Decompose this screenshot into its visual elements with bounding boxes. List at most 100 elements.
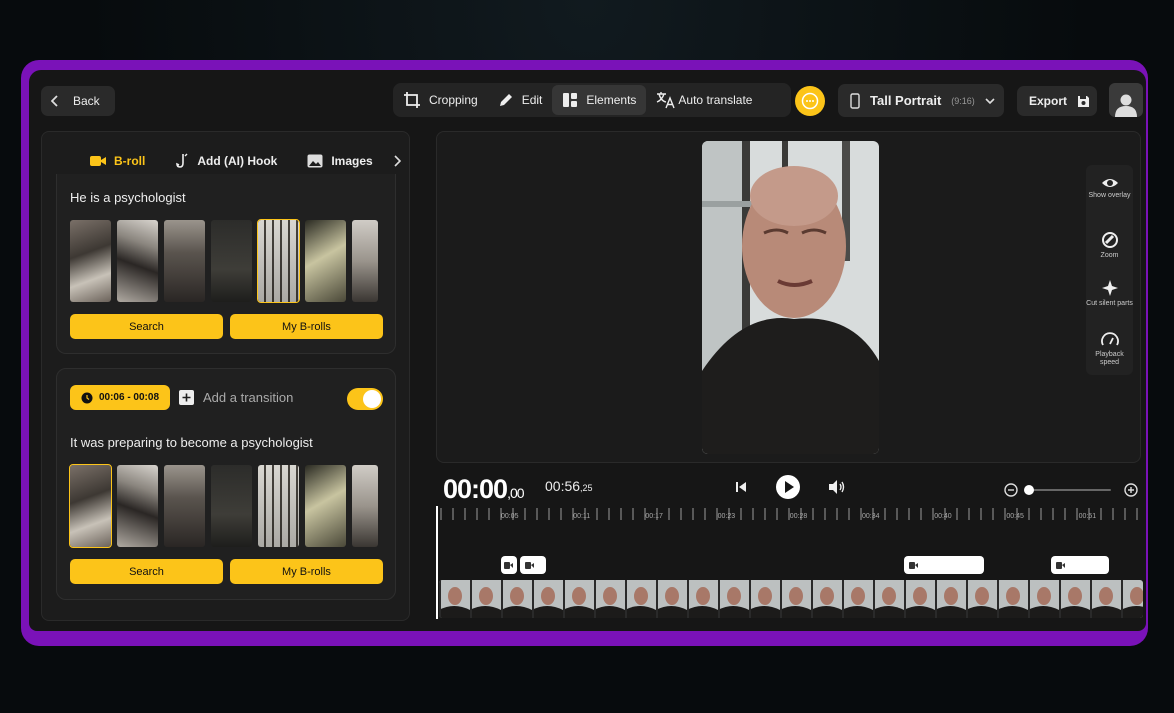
playback-speed-button[interactable]: Playback speed (1086, 332, 1133, 367)
cropping-button[interactable]: Cropping (393, 85, 488, 115)
current-time: 00:00,00 (443, 474, 525, 505)
edit-button[interactable]: Edit (488, 85, 553, 115)
broll-thumbnail[interactable] (352, 465, 378, 547)
broll-thumbnail[interactable] (70, 220, 111, 302)
my-brolls-button[interactable]: My B-rolls (230, 314, 383, 339)
back-label: Back (73, 94, 100, 108)
export-button[interactable]: Export (1017, 86, 1097, 116)
broll-thumbnail[interactable] (164, 220, 205, 302)
filmstrip-frame (594, 580, 625, 618)
tab-images[interactable]: Images (307, 154, 373, 168)
video-track[interactable] (439, 580, 1143, 618)
broll-thumbnail[interactable] (211, 465, 252, 547)
aspect-ratio-value: (9:16) (951, 95, 975, 106)
volume-icon[interactable] (828, 479, 846, 495)
filmstrip-frame (718, 580, 749, 618)
screen-background: Back Cropping Edit Elements Auto transla… (0, 0, 1174, 713)
crop-icon (404, 92, 420, 108)
cut-silent-parts-button[interactable]: Cut silent parts (1086, 279, 1133, 308)
aspect-ratio-dropdown[interactable]: Tall Portrait (9:16) (838, 84, 1004, 117)
tab-broll-label: B-roll (114, 154, 146, 168)
filmstrip-frame (687, 580, 718, 618)
auto-translate-button[interactable]: Auto translate (646, 85, 762, 115)
video-camera-icon (909, 561, 918, 569)
zoom-out-icon[interactable] (1004, 483, 1018, 497)
tab-images-label: Images (331, 154, 373, 168)
my-brolls-button[interactable]: My B-rolls (230, 559, 383, 584)
filmstrip-frame (470, 580, 501, 618)
playhead[interactable] (436, 506, 438, 619)
segment-time-chip[interactable]: 00:06 - 00:08 (70, 385, 170, 410)
playback-speed-label: Playback speed (1095, 351, 1124, 366)
broll-clip-marker[interactable] (501, 556, 517, 574)
zoom-button[interactable]: Zoom (1086, 231, 1133, 260)
broll-clip-marker[interactable] (1051, 556, 1109, 574)
translate-icon (657, 92, 676, 109)
show-overlay-button[interactable]: Show overlay (1086, 177, 1133, 200)
segment-time-range: 00:06 - 00:08 (98, 392, 160, 403)
zoom-label: Zoom (1100, 252, 1119, 259)
filmstrip-frame (501, 580, 532, 618)
segment-caption: It was preparing to become a psychologis… (70, 435, 313, 450)
zoom-slider-knob[interactable] (1024, 485, 1034, 495)
phone-icon (850, 92, 860, 109)
transition-toggle[interactable] (347, 388, 383, 410)
user-icon (1115, 94, 1137, 117)
filmstrip-frame (873, 580, 904, 618)
broll-clip-marker[interactable] (520, 556, 546, 574)
broll-thumbnail[interactable] (352, 220, 378, 302)
duration-fraction: ,25 (580, 483, 593, 493)
edit-label: Edit (521, 93, 543, 107)
filmstrip-frame (439, 580, 470, 618)
segment-caption: He is a psychologist (70, 190, 186, 205)
video-still (702, 141, 879, 454)
search-button[interactable]: Search (70, 559, 223, 584)
back-button[interactable]: Back (41, 86, 115, 116)
tab-broll[interactable]: B-roll (90, 154, 145, 168)
zoom-slider-track[interactable] (1025, 489, 1111, 491)
filmstrip-frame (997, 580, 1028, 618)
filmstrip-frame (1121, 580, 1143, 618)
zoom-in-icon[interactable] (1124, 483, 1138, 497)
ruler-label: 00:51 (1079, 513, 1097, 520)
user-avatar[interactable] (1109, 83, 1143, 117)
play-button[interactable] (775, 474, 801, 500)
ruler-label: 00:40 (934, 513, 952, 520)
broll-clip-marker[interactable] (904, 556, 984, 574)
broll-thumbnail[interactable] (305, 220, 346, 302)
elements-button[interactable]: Elements (552, 85, 647, 115)
segment-card: He is a psychologist Search My B-rolls (56, 174, 396, 354)
tab-ai-hook[interactable]: Add (AI) Hook (175, 153, 277, 169)
broll-panel: B-roll Add (AI) Hook Images He is a psyc… (41, 131, 410, 621)
broll-thumbnail[interactable] (258, 465, 299, 547)
segment-card: 00:06 - 00:08 Add a transition It was pr… (56, 368, 396, 600)
aspect-ratio-label: Tall Portrait (870, 93, 942, 108)
skip-back-icon[interactable] (734, 480, 748, 494)
chevron-right-icon[interactable] (393, 155, 401, 167)
cut-silent-parts-label: Cut silent parts (1086, 300, 1133, 307)
filmstrip-frame (842, 580, 873, 618)
image-icon (307, 154, 323, 168)
duration-value: 00:56 (545, 478, 581, 494)
add-transition-button[interactable]: Add a transition (179, 390, 293, 405)
broll-thumbnail-selected[interactable] (257, 219, 300, 303)
export-label: Export (1029, 94, 1068, 108)
cropping-label: Cropping (429, 93, 478, 107)
broll-thumbnail[interactable] (117, 220, 158, 302)
clock-icon (81, 392, 93, 403)
broll-thumbnail[interactable] (117, 465, 158, 547)
preview-side-tools: Show overlay Zoom Cut silent parts Playb… (1086, 165, 1133, 375)
filmstrip-frame (1028, 580, 1059, 618)
speedometer-icon (1100, 332, 1119, 346)
chat-button[interactable] (795, 86, 825, 116)
broll-thumbnail[interactable] (211, 220, 252, 302)
broll-thumbnail[interactable] (305, 465, 346, 547)
broll-thumbnail-selected[interactable] (69, 464, 112, 548)
broll-thumbnail[interactable] (164, 465, 205, 547)
video-frame[interactable] (702, 141, 879, 454)
filmstrip-frame (1090, 580, 1121, 618)
filmstrip-frame (656, 580, 687, 618)
search-button[interactable]: Search (70, 314, 223, 339)
timeline-ruler[interactable]: 00:05 00:11 00:17 00:23 00:28 00:34 00:40 00:45… (437, 502, 1146, 532)
video-camera-icon (525, 561, 534, 569)
